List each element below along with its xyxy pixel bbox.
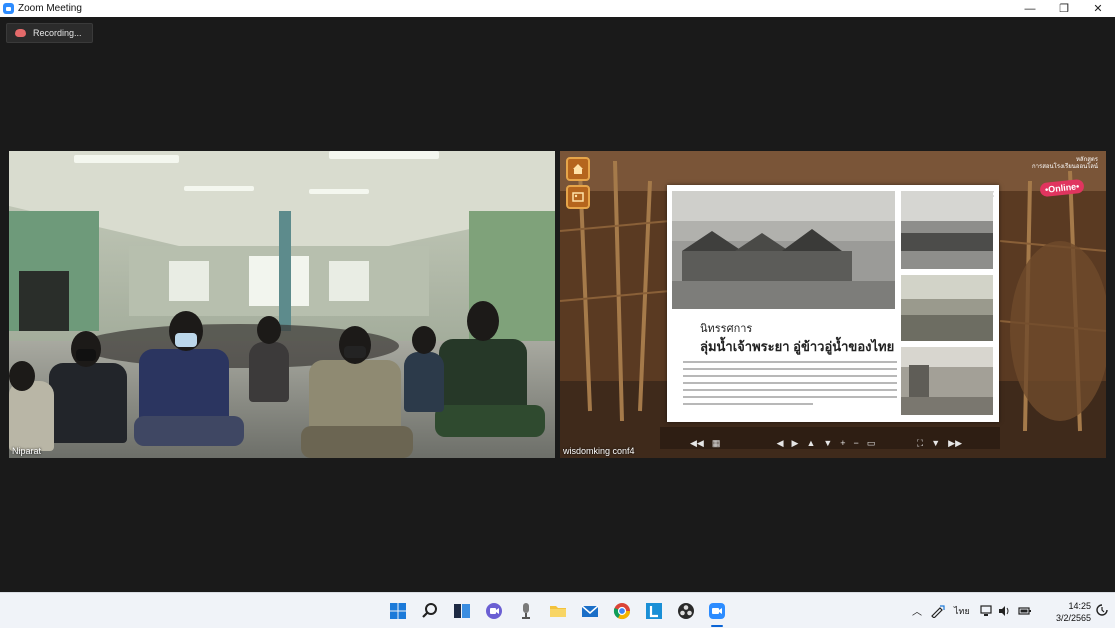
notification-icon[interactable] <box>1095 603 1109 617</box>
exhibit-text-line <box>683 368 897 370</box>
clock-time: 14:25 <box>1068 601 1091 611</box>
video-tile-niparat[interactable]: Niparat <box>9 151 555 458</box>
arrow-down-icon[interactable]: ▼ <box>823 438 832 448</box>
microphone-app-icon <box>522 603 530 619</box>
exhibit-popup: × นิท <box>667 185 999 422</box>
rewind-icon[interactable]: ◀◀ <box>690 438 704 449</box>
network-icon[interactable] <box>980 604 994 617</box>
pen-icon[interactable] <box>930 604 946 618</box>
meeting-stage: Recording... Niparat หลักสูตร การสอนโรงเ… <box>0 17 1115 592</box>
file-explorer-button[interactable] <box>548 601 568 621</box>
course-label-line1: หลักสูตร <box>1075 157 1098 163</box>
course-label-line2: การสอนโรงเรียนออนไลน์ <box>1032 164 1098 170</box>
ceiling-light <box>329 151 439 159</box>
zoom-taskbar-button[interactable] <box>707 601 727 621</box>
recording-indicator[interactable]: Recording... <box>6 23 93 43</box>
obs-icon <box>678 603 694 619</box>
restore-button[interactable]: ❐ <box>1047 0 1081 17</box>
task-view-icon <box>454 604 470 618</box>
course-label: หลักสูตร การสอนโรงเรียนออนไลน์ <box>1032 157 1098 171</box>
window-controls: — ❐ ✕ <box>1013 0 1115 17</box>
recording-label: Recording... <box>33 28 82 38</box>
thumbnail-photo <box>901 275 993 341</box>
minimize-button[interactable]: — <box>1013 0 1047 17</box>
file-explorer-icon <box>550 606 566 617</box>
hide-icon[interactable]: ▼ <box>931 438 940 448</box>
thumbnail-photo <box>901 191 993 269</box>
home-button[interactable] <box>566 157 590 181</box>
line-app-icon <box>646 603 662 619</box>
arrow-left-icon[interactable]: ◀ <box>777 438 784 449</box>
historic-river-photo <box>672 191 895 309</box>
language-indicator[interactable]: ไทย <box>954 604 970 618</box>
ceiling-light <box>184 186 254 191</box>
exhibit-thumbnail[interactable] <box>901 275 993 341</box>
gallery-button[interactable] <box>566 185 590 209</box>
clock-date: 3/2/2565 <box>1055 613 1091 623</box>
cloud-recording-icon <box>15 29 26 37</box>
fullscreen-icon[interactable]: ⛶ <box>917 438 923 449</box>
zoom-out-icon[interactable]: − <box>854 438 859 448</box>
microphone-app-button[interactable] <box>516 601 536 621</box>
ceiling-light <box>309 189 369 194</box>
thumbnail-photo <box>901 347 993 415</box>
zoom-in-icon[interactable]: + <box>840 438 845 448</box>
taskbar-clock[interactable]: 14:25 3/2/2565 <box>1056 600 1091 624</box>
close-button[interactable]: ✕ <box>1081 0 1115 17</box>
exhibit-text-line <box>683 396 897 398</box>
search-icon <box>422 603 437 618</box>
task-view-button[interactable] <box>452 601 472 621</box>
exhibit-text-line <box>683 375 897 377</box>
window-title: Zoom Meeting <box>18 3 82 14</box>
ceiling-light <box>74 155 179 163</box>
system-tray: ︿ ไทย <box>912 593 1032 628</box>
chat-icon <box>486 603 502 619</box>
battery-icon[interactable] <box>1018 605 1032 617</box>
home-icon <box>573 164 583 174</box>
chat-button[interactable] <box>484 601 504 621</box>
start-button[interactable] <box>388 601 408 621</box>
forward-icon[interactable]: ▶▶ <box>948 438 962 449</box>
exhibit-text-line <box>683 403 813 405</box>
windows-taskbar: ︿ ไทย 14:25 3/2/2565 <box>0 592 1115 628</box>
exhibit-text-line <box>683 389 897 391</box>
participant-name: wisdomking conf4 <box>563 446 635 456</box>
video-tile-wisdomking-conf4[interactable]: หลักสูตร การสอนโรงเรียนออนไลน์ •Online• … <box>560 151 1106 458</box>
mail-icon <box>581 605 599 617</box>
zoom-icon <box>709 603 725 619</box>
volume-icon[interactable] <box>998 605 1010 617</box>
exhibit-thumbnail[interactable] <box>901 347 993 415</box>
vr-icon[interactable]: ▭ <box>867 438 876 449</box>
arrow-up-icon[interactable]: ▲ <box>806 438 815 448</box>
search-button[interactable] <box>420 601 440 621</box>
exhibit-subtitle: นิทรรศการ <box>700 323 753 335</box>
line-app-button[interactable] <box>644 601 664 621</box>
exhibit-thumbnail[interactable] <box>901 191 993 269</box>
arrow-right-icon[interactable]: ▶ <box>792 438 799 449</box>
tour-toolbar: ◀◀ ▦ ◀ ▶ ▲ ▼ + − ▭ ⛶ ▼ ▶▶ <box>690 433 970 453</box>
obs-button[interactable] <box>676 601 696 621</box>
gallery-icon <box>572 192 584 202</box>
chrome-button[interactable] <box>612 601 632 621</box>
window-titlebar: Zoom Meeting — ❐ ✕ <box>0 0 1115 17</box>
start-icon <box>390 603 406 619</box>
chrome-icon <box>613 603 631 620</box>
exhibit-title: ลุ่มน้ำเจ้าพระยา อู่ข้าวอู่น้ำของไทย <box>700 339 895 354</box>
grid-icon[interactable]: ▦ <box>712 438 721 449</box>
exhibit-text-line <box>683 361 897 363</box>
exhibit-text-line <box>683 382 897 384</box>
exhibit-hero-photo <box>672 191 895 309</box>
zoom-app-icon <box>3 3 14 14</box>
chevron-up-icon[interactable]: ︿ <box>912 603 922 618</box>
participant-name: Niparat <box>12 446 42 456</box>
mail-button[interactable] <box>580 601 600 621</box>
